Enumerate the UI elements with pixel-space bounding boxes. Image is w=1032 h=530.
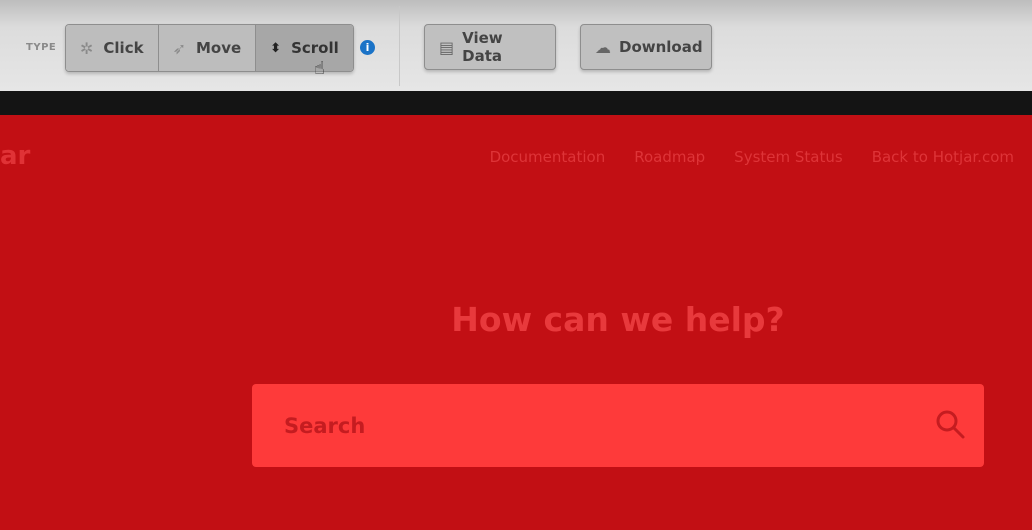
- document-icon: ▤: [439, 37, 455, 57]
- nav-back-to-hotjar[interactable]: Back to Hotjar.com: [872, 148, 1014, 166]
- type-segmented-control: ✲ Click ➶ Move ⬍ Scroll: [65, 24, 354, 72]
- view-data-button[interactable]: ▤ View Data: [424, 24, 556, 70]
- type-click-button[interactable]: ✲ Click: [66, 25, 159, 71]
- download-label: Download: [619, 38, 703, 56]
- search-placeholder: Search: [284, 414, 366, 438]
- search-input[interactable]: Search: [252, 384, 984, 467]
- site-nav: Documentation Roadmap System Status Back…: [490, 148, 1014, 166]
- view-data-label: View Data: [462, 29, 503, 65]
- cloud-download-icon: ☁: [595, 37, 611, 57]
- type-label: TYPE: [26, 42, 57, 53]
- toolbar-divider: [399, 6, 400, 86]
- site-logo[interactable]: ar: [0, 141, 30, 171]
- nav-roadmap[interactable]: Roadmap: [634, 148, 705, 166]
- type-click-label: Click: [103, 39, 144, 57]
- type-move-button[interactable]: ➶ Move: [158, 25, 257, 71]
- page-top-band: [0, 91, 1032, 115]
- nav-system-status[interactable]: System Status: [734, 148, 843, 166]
- click-icon: ✲: [80, 38, 94, 58]
- type-move-label: Move: [195, 39, 242, 57]
- hand-cursor-icon: ☝: [314, 58, 325, 79]
- move-icon: ➶: [172, 38, 186, 58]
- nav-documentation[interactable]: Documentation: [490, 148, 606, 166]
- download-button[interactable]: ☁ Download: [580, 24, 712, 70]
- search-icon[interactable]: [934, 408, 966, 440]
- heatmap-toolbar: TYPE ✲ Click ➶ Move ⬍ Scroll i ☝ ▤ View …: [0, 0, 1032, 91]
- page-heading: How can we help?: [451, 300, 785, 339]
- type-scroll-button[interactable]: ⬍ Scroll: [256, 25, 353, 71]
- info-icon[interactable]: i: [360, 40, 375, 55]
- scroll-icon: ⬍: [270, 40, 282, 56]
- type-scroll-label: Scroll: [291, 39, 339, 57]
